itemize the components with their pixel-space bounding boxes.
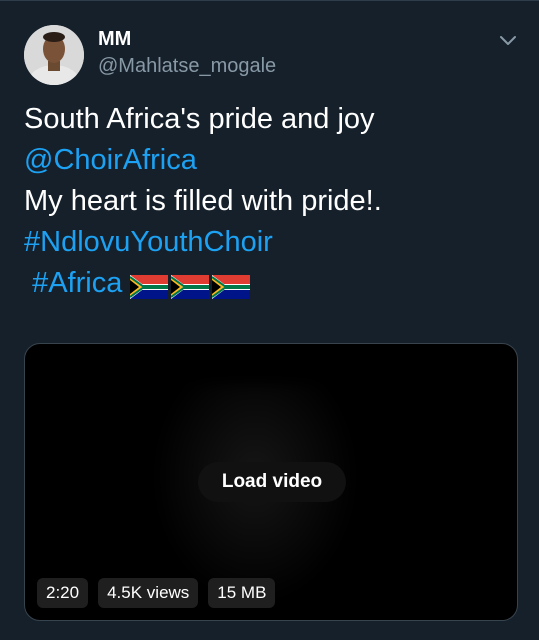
avatar-image: [24, 25, 84, 85]
chevron-down-icon[interactable]: [497, 29, 519, 51]
tweet-text-line: My heart is filled with pride!.: [24, 185, 382, 217]
south-africa-flag-icon: [171, 275, 210, 300]
load-video-button[interactable]: Load video: [198, 462, 346, 502]
video-duration-badge: 2:20: [37, 578, 89, 608]
video-size-badge: 15 MB: [208, 578, 276, 608]
flag-emoji-group: [130, 266, 253, 307]
video-player[interactable]: Load video 2:20 4.5K views 15 MB: [24, 343, 518, 621]
video-info-badges: 2:20 4.5K views 15 MB: [37, 578, 276, 608]
user-names: MM @Mahlatse_mogale: [98, 27, 276, 79]
tweet-text-line: South Africa's pride and joy: [24, 103, 375, 135]
hashtag-link-ndlovuyouthchoir[interactable]: #NdlovuYouthChoir: [24, 226, 273, 258]
tweet-card: MM @Mahlatse_mogale South Africa's pride…: [0, 0, 539, 640]
hashtag-link-africa[interactable]: #Africa: [32, 267, 122, 299]
tweet-text: South Africa's pride and joy @ChoirAfric…: [24, 99, 521, 307]
video-views-badge: 4.5K views: [98, 578, 199, 608]
avatar[interactable]: [24, 25, 84, 85]
south-africa-flag-icon: [130, 275, 169, 300]
user-handle[interactable]: @Mahlatse_mogale: [98, 53, 276, 79]
south-africa-flag-icon: [212, 275, 251, 300]
mention-link[interactable]: @ChoirAfrica: [24, 144, 197, 176]
tweet-header: MM @Mahlatse_mogale: [24, 25, 521, 89]
display-name[interactable]: MM: [98, 27, 276, 51]
